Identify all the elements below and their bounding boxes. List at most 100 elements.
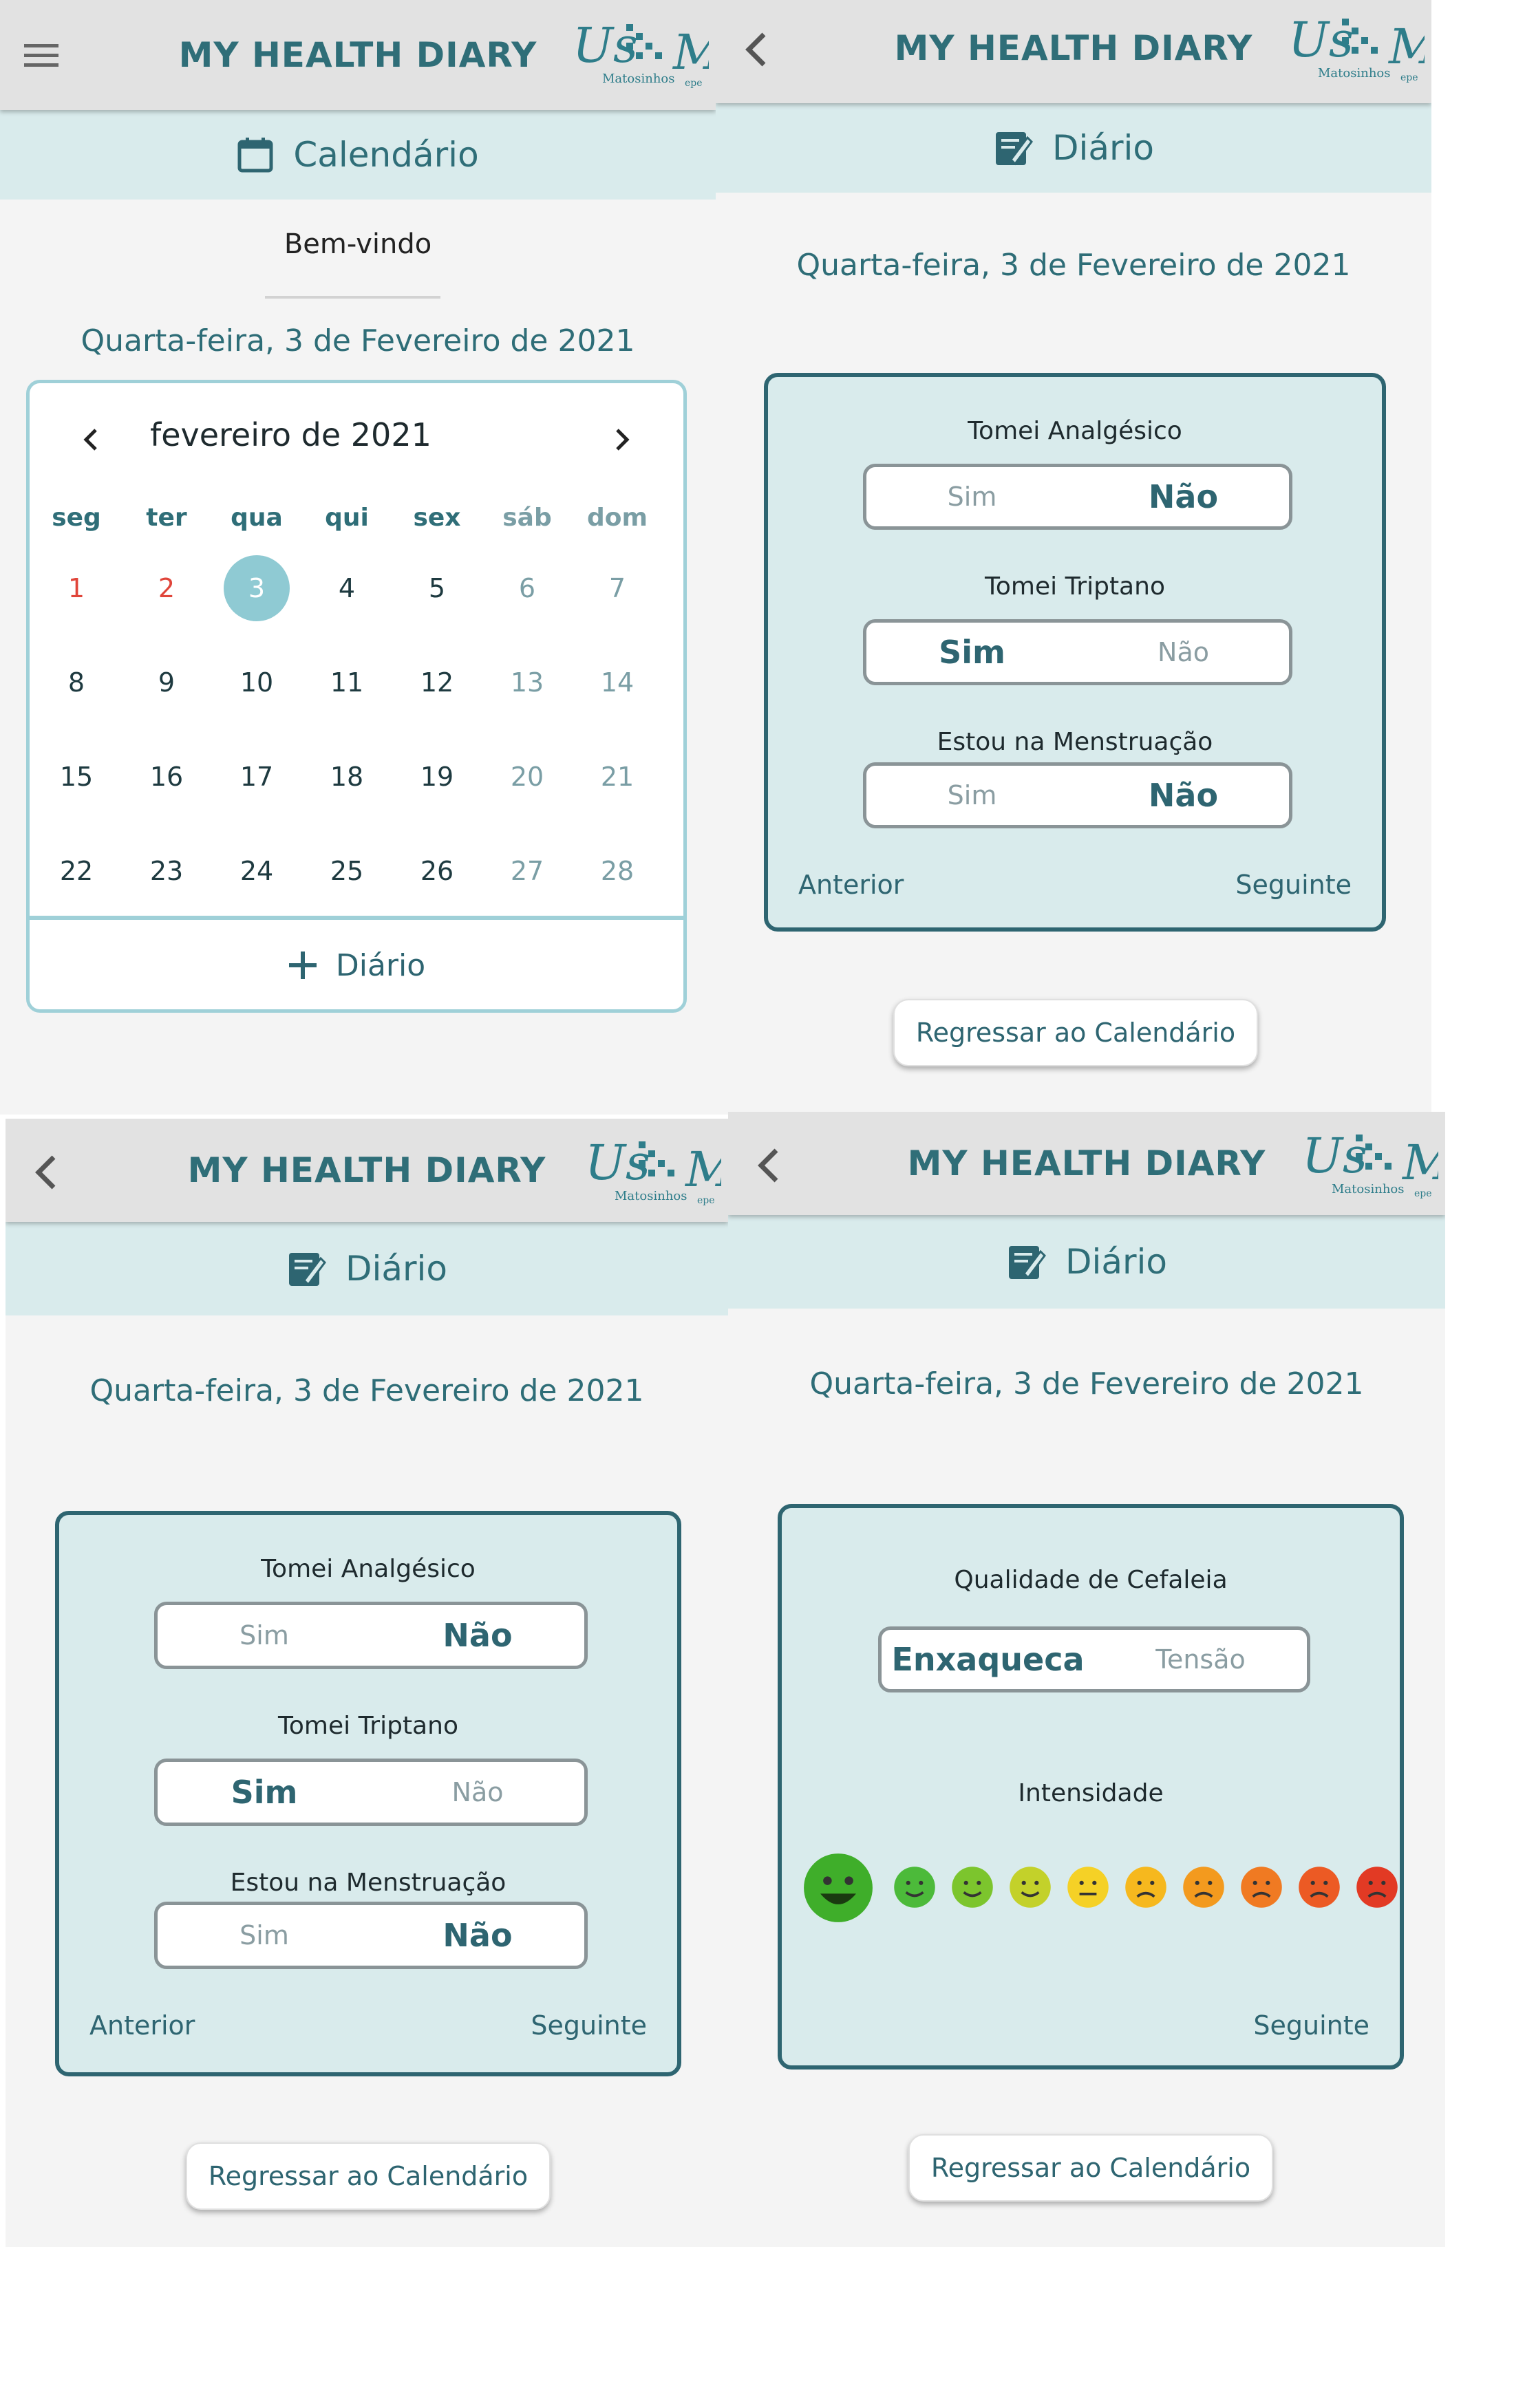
current-date: Quarta-feira, 3 de Fevereiro de 2021 xyxy=(809,1366,1364,1401)
calendar-day[interactable]: 22 xyxy=(35,837,118,905)
chevron-left-icon[interactable] xyxy=(78,426,105,453)
intensity-face-icon[interactable] xyxy=(1124,1866,1167,1909)
chevron-right-icon[interactable] xyxy=(608,426,635,453)
calendar-day[interactable]: 3 xyxy=(215,554,298,623)
headache-card: Qualidade de Cefaleia Enxaqueca Tensão I… xyxy=(778,1504,1404,2070)
intensity-face-icon[interactable] xyxy=(893,1866,936,1909)
intensity-label: Intensidade xyxy=(1018,1779,1164,1807)
calendar-day[interactable]: 16 xyxy=(125,742,208,811)
intensity-face-icon[interactable] xyxy=(802,1852,874,1924)
calendar-day[interactable]: 24 xyxy=(215,837,298,905)
calendar-day[interactable]: 14 xyxy=(576,648,659,717)
calendar-icon xyxy=(237,138,273,173)
intensity-face-icon[interactable] xyxy=(1182,1866,1225,1909)
toggle-option-no[interactable]: Não xyxy=(1078,623,1289,682)
triptan-toggle[interactable]: Sim Não xyxy=(154,1759,588,1826)
previous-link[interactable]: Anterior xyxy=(89,2010,195,2041)
toggle-option-yes[interactable]: Sim xyxy=(866,467,1078,526)
toggle-option-no[interactable]: Não xyxy=(371,1605,584,1666)
toggle-option-yes[interactable]: Sim xyxy=(866,766,1078,825)
svg-text:epe: epe xyxy=(685,78,703,89)
calendar-day[interactable]: 2 xyxy=(125,554,208,623)
intensity-face-icon[interactable] xyxy=(1298,1866,1341,1909)
toggle-option-yes[interactable]: Sim xyxy=(158,1605,371,1666)
question-label: Tomei Analgésico xyxy=(968,417,1182,445)
svg-text:M: M xyxy=(1401,1135,1438,1191)
toggle-option-tension[interactable]: Tensão xyxy=(1094,1630,1307,1689)
calendar-divider xyxy=(30,916,683,920)
calendar-day[interactable]: 20 xyxy=(486,742,568,811)
svg-text:Matosinhos: Matosinhos xyxy=(1332,1182,1405,1196)
calendar-day[interactable]: 7 xyxy=(576,554,659,623)
edit-note-icon xyxy=(1008,1246,1046,1280)
intensity-face-icon[interactable] xyxy=(951,1866,994,1909)
svg-text:Matosinhos: Matosinhos xyxy=(1318,66,1391,80)
calendar-day[interactable]: 4 xyxy=(306,554,388,623)
toggle-option-no[interactable]: Não xyxy=(371,1762,584,1823)
menstruation-toggle[interactable]: Sim Não xyxy=(863,762,1292,828)
back-to-calendar-button[interactable]: Regressar ao Calendário xyxy=(908,2134,1273,2202)
calendar-day[interactable]: 19 xyxy=(396,742,478,811)
toggle-option-no[interactable]: Não xyxy=(1078,467,1289,526)
next-link[interactable]: Seguinte xyxy=(1253,2010,1369,2041)
calendar-day[interactable]: 25 xyxy=(306,837,388,905)
calendar-day[interactable]: 10 xyxy=(215,648,298,717)
section-title: Diário xyxy=(1065,1242,1168,1282)
question-label: Tomei Triptano xyxy=(985,572,1165,601)
toggle-option-no[interactable]: Não xyxy=(1078,766,1289,825)
weekday-label: seg xyxy=(52,504,101,532)
intensity-face-icon[interactable] xyxy=(1067,1866,1109,1909)
intensity-face-icon[interactable] xyxy=(1009,1866,1052,1909)
calendar-day[interactable]: 15 xyxy=(35,742,118,811)
calendar-day[interactable]: 13 xyxy=(486,648,568,717)
intensity-face-icon[interactable] xyxy=(1240,1866,1283,1909)
diary-screen-2: MY HEALTH DIARY Us M Matosinhos epe Diár… xyxy=(6,1119,728,2247)
calendar-day[interactable]: 26 xyxy=(396,837,478,905)
calendar-day[interactable]: 23 xyxy=(125,837,208,905)
edit-note-icon xyxy=(288,1253,326,1287)
calendar-day[interactable]: 5 xyxy=(396,554,478,623)
calendar-day[interactable]: 11 xyxy=(306,648,388,717)
calendar-day[interactable]: 17 xyxy=(215,742,298,811)
intensity-face-icon[interactable] xyxy=(1356,1866,1398,1909)
headache-type-toggle[interactable]: Enxaqueca Tensão xyxy=(878,1626,1310,1692)
menstruation-toggle[interactable]: Sim Não xyxy=(154,1902,588,1969)
calendar-day[interactable]: 9 xyxy=(125,648,208,717)
calendar-day[interactable]: 6 xyxy=(486,554,568,623)
add-diary-button[interactable]: Diário xyxy=(30,921,683,1009)
next-link[interactable]: Seguinte xyxy=(531,2010,647,2041)
previous-link[interactable]: Anterior xyxy=(798,870,904,900)
back-to-calendar-button[interactable]: Regressar ao Calendário xyxy=(186,2142,551,2210)
intensity-scale[interactable] xyxy=(802,1852,1398,1935)
analgesic-toggle[interactable]: Sim Não xyxy=(154,1602,588,1669)
calendar-day[interactable]: 18 xyxy=(306,742,388,811)
plus-icon xyxy=(288,952,317,979)
hospital-logo: Us M Matosinhos epe xyxy=(573,17,709,89)
calendar-day[interactable]: 1 xyxy=(35,554,118,623)
svg-text:M: M xyxy=(1387,19,1425,75)
analgesic-toggle[interactable]: Sim Não xyxy=(863,464,1292,530)
next-link[interactable]: Seguinte xyxy=(1235,870,1352,900)
calendar-day[interactable]: 28 xyxy=(576,837,659,905)
toggle-option-yes[interactable]: Sim xyxy=(158,1762,371,1823)
toggle-option-no[interactable]: Não xyxy=(371,1905,584,1966)
back-to-calendar-button[interactable]: Regressar ao Calendário xyxy=(893,999,1258,1066)
calendar-day[interactable]: 27 xyxy=(486,837,568,905)
section-title: Diário xyxy=(345,1249,448,1289)
svg-text:epe: epe xyxy=(1400,72,1418,83)
svg-text:epe: epe xyxy=(697,1195,715,1206)
triptan-toggle[interactable]: Sim Não xyxy=(863,619,1292,685)
calendar-screen: MY HEALTH DIARY Us M Matosinhos epe Cale… xyxy=(0,0,716,1115)
month-label: fevereiro de 2021 xyxy=(150,416,431,453)
svg-text:Matosinhos: Matosinhos xyxy=(602,72,675,86)
calendar-day[interactable]: 8 xyxy=(35,648,118,717)
weekday-label: ter xyxy=(146,504,187,532)
svg-text:M: M xyxy=(672,24,709,80)
welcome-text: Bem-vindo xyxy=(284,228,432,260)
svg-text:Matosinhos: Matosinhos xyxy=(615,1189,687,1203)
calendar-day[interactable]: 21 xyxy=(576,742,659,811)
toggle-option-yes[interactable]: Sim xyxy=(158,1905,371,1966)
calendar-day[interactable]: 12 xyxy=(396,648,478,717)
toggle-option-yes[interactable]: Sim xyxy=(866,623,1078,682)
toggle-option-migraine[interactable]: Enxaqueca xyxy=(882,1630,1094,1689)
